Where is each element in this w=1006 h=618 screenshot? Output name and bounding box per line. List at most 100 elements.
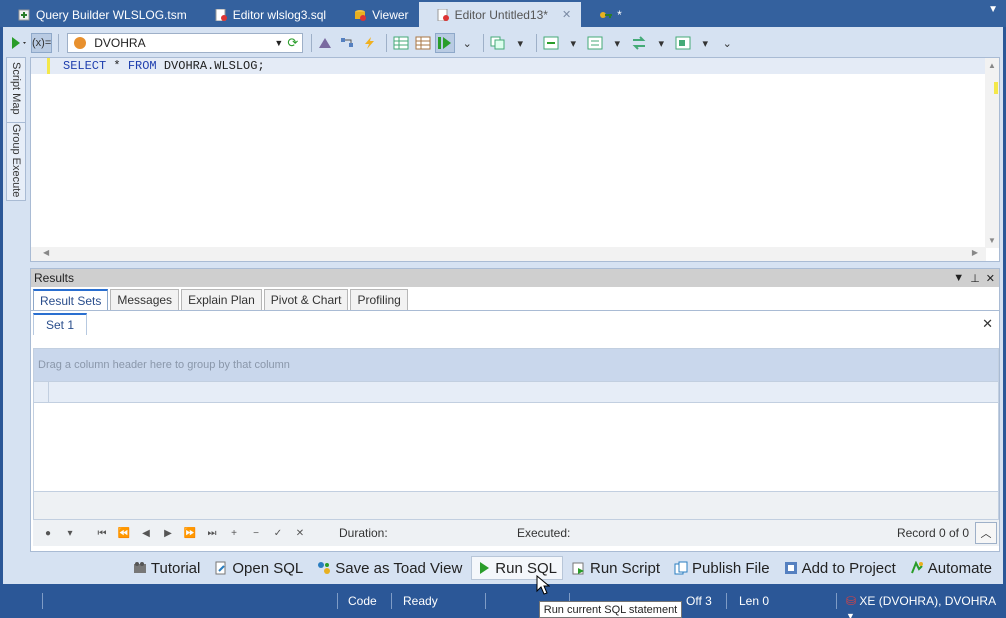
tab-misc[interactable]: * <box>581 2 632 27</box>
connection-status[interactable]: ⛁ XE (DVOHRA), DVOHRA ▼ <box>846 594 1006 618</box>
sql-file-icon <box>437 8 449 21</box>
project-icon <box>784 561 798 575</box>
tab-overflow-icon[interactable]: ▼ <box>988 4 998 15</box>
status-bar: Code Ready Off 3 Len 0 ⛁ XE (DVOHRA), DV… <box>0 590 1006 618</box>
first-record-icon[interactable]: ⏮ <box>91 524 113 542</box>
scroll-up-icon[interactable]: ▲ <box>988 61 996 70</box>
database-icon: ⛁ <box>846 594 857 608</box>
tab-messages[interactable]: Messages <box>110 289 180 310</box>
tab-profiling[interactable]: Profiling <box>350 289 408 310</box>
connection-select[interactable]: DVOHRA ▼ ⟳ <box>67 33 304 53</box>
mouse-cursor-icon <box>536 575 550 595</box>
tab-group-execute[interactable]: Group Execute <box>7 122 25 198</box>
filter-icon[interactable]: ● <box>37 524 59 542</box>
chevron-down-icon[interactable]: ▾ <box>607 33 627 53</box>
report-icon[interactable] <box>673 33 693 53</box>
close-icon[interactable]: ✕ <box>982 316 993 332</box>
key-icon <box>599 9 613 21</box>
chevron-down-icon[interactable]: ▾ <box>510 33 530 53</box>
chevron-down-icon[interactable]: ▾ <box>651 33 671 53</box>
grid-import-icon[interactable] <box>413 33 433 53</box>
query-builder-icon <box>18 9 30 21</box>
automate-button[interactable]: Automate <box>905 556 997 580</box>
lightning-icon[interactable] <box>360 33 380 53</box>
chevron-down-icon[interactable]: ▾ <box>59 524 81 542</box>
tab-label: Query Builder WLSLOG.tsm <box>36 7 187 22</box>
tab-editor-wlslog3[interactable]: Editor wlslog3.sql <box>197 2 336 27</box>
grid-export-icon[interactable] <box>391 33 411 53</box>
horizontal-scrollbar[interactable]: ◀ ▶ <box>31 247 986 261</box>
next-record-icon[interactable]: ▶ <box>157 524 179 542</box>
tab-label: Editor wlslog3.sql <box>232 7 327 22</box>
pin-icon[interactable]: ⊥ <box>970 272 980 285</box>
explain-icon[interactable] <box>338 33 358 53</box>
results-panel: Results ▼ ⊥ ✕ Result Sets Messages Expla… <box>30 268 1000 552</box>
remove-icon[interactable]: − <box>245 524 267 542</box>
transfer-icon[interactable] <box>585 33 605 53</box>
tab-editor-untitled13[interactable]: Editor Untitled13* ✕ <box>418 2 582 27</box>
tab-label: Viewer <box>372 7 409 22</box>
publish-file-button[interactable]: Publish File <box>669 556 775 580</box>
scroll-right-icon[interactable]: ▶ <box>972 248 978 257</box>
compare-icon[interactable] <box>541 33 561 53</box>
bind-variable-icon[interactable]: (x)= <box>31 33 53 53</box>
sync-icon[interactable] <box>629 33 649 53</box>
run-sql-tooltip: Run current SQL statement <box>539 601 682 618</box>
group-by-hint[interactable]: Drag a column header here to group by th… <box>34 349 998 381</box>
close-icon[interactable]: ✕ <box>986 272 995 285</box>
publish-icon <box>674 561 688 575</box>
change-marker <box>994 82 998 94</box>
tab-query-builder[interactable]: Query Builder WLSLOG.tsm <box>0 2 197 27</box>
connection-label: DVOHRA <box>94 36 146 50</box>
run-script-icon[interactable] <box>435 33 456 53</box>
editor-toolbar: (x)= DVOHRA ▼ ⟳ ⌄ ▾ ▾ ▾ ▾ ▾ ⌄ <box>3 30 1003 56</box>
cancel-icon[interactable]: ✕ <box>289 524 311 542</box>
save-as-toad-view-button[interactable]: Save as Toad View <box>312 556 467 580</box>
scroll-left-icon[interactable]: ◀ <box>43 248 49 257</box>
last-record-icon[interactable]: ⏭ <box>201 524 223 542</box>
tab-set-1[interactable]: Set 1 <box>33 313 88 335</box>
script-icon <box>572 561 586 575</box>
film-icon <box>133 561 147 575</box>
result-grid[interactable]: Drag a column header here to group by th… <box>33 348 999 520</box>
copy-icon[interactable] <box>488 33 508 53</box>
add-to-project-button[interactable]: Add to Project <box>779 556 901 580</box>
refresh-icon[interactable]: ⟳ <box>287 35 298 51</box>
more-icon[interactable]: ⌄ <box>717 33 737 53</box>
chevron-down-icon[interactable]: ▼ <box>953 272 964 285</box>
status-code: Code <box>348 594 377 608</box>
format-icon[interactable] <box>316 33 336 53</box>
prev-page-icon[interactable]: ⏪ <box>113 524 135 542</box>
add-icon[interactable]: + <box>223 524 245 542</box>
user-icon <box>74 37 87 49</box>
line-marker <box>47 58 50 74</box>
check-icon[interactable]: ✓ <box>267 524 289 542</box>
prev-record-icon[interactable]: ◀ <box>135 524 157 542</box>
toad-window: Query Builder WLSLOG.tsm Editor wlslog3.… <box>0 0 1006 618</box>
more-icon[interactable]: ⌄ <box>457 33 477 53</box>
sql-editor[interactable]: SELECT * FROM DVOHRA.WLSLOG; ▲ ▼ ◀ ▶ <box>30 57 1000 262</box>
tab-viewer[interactable]: Viewer <box>336 2 418 27</box>
run-script-button[interactable]: Run Script <box>567 556 665 580</box>
status-offset: Off 3 <box>686 594 712 608</box>
results-tabs: Result Sets Messages Explain Plan Pivot … <box>31 287 999 311</box>
execute-icon[interactable] <box>9 33 29 53</box>
status-ready: Ready <box>403 594 438 608</box>
chevron-down-icon: ▼ <box>274 38 284 48</box>
chevron-down-icon[interactable]: ▾ <box>695 33 715 53</box>
tab-script-map[interactable]: Script Map <box>7 60 25 116</box>
chevron-up-icon[interactable]: ︿ <box>975 522 997 544</box>
editor-frame: (x)= DVOHRA ▼ ⟳ ⌄ ▾ ▾ ▾ ▾ ▾ ⌄ Script Map… <box>3 27 1003 584</box>
tutorial-button[interactable]: Tutorial <box>128 556 205 580</box>
next-page-icon[interactable]: ⏩ <box>179 524 201 542</box>
status-length: Len 0 <box>739 594 770 608</box>
tab-pivot-chart[interactable]: Pivot & Chart <box>263 289 349 310</box>
tab-result-sets[interactable]: Result Sets <box>33 289 109 310</box>
open-sql-button[interactable]: Open SQL <box>209 556 308 580</box>
tab-explain-plan[interactable]: Explain Plan <box>181 289 262 310</box>
sql-code: SELECT * FROM DVOHRA.WLSLOG; <box>63 59 265 73</box>
close-icon[interactable]: ✕ <box>562 8 571 21</box>
chevron-down-icon[interactable]: ▾ <box>563 33 583 53</box>
scroll-down-icon[interactable]: ▼ <box>988 236 996 245</box>
sql-file-icon <box>215 8 227 21</box>
